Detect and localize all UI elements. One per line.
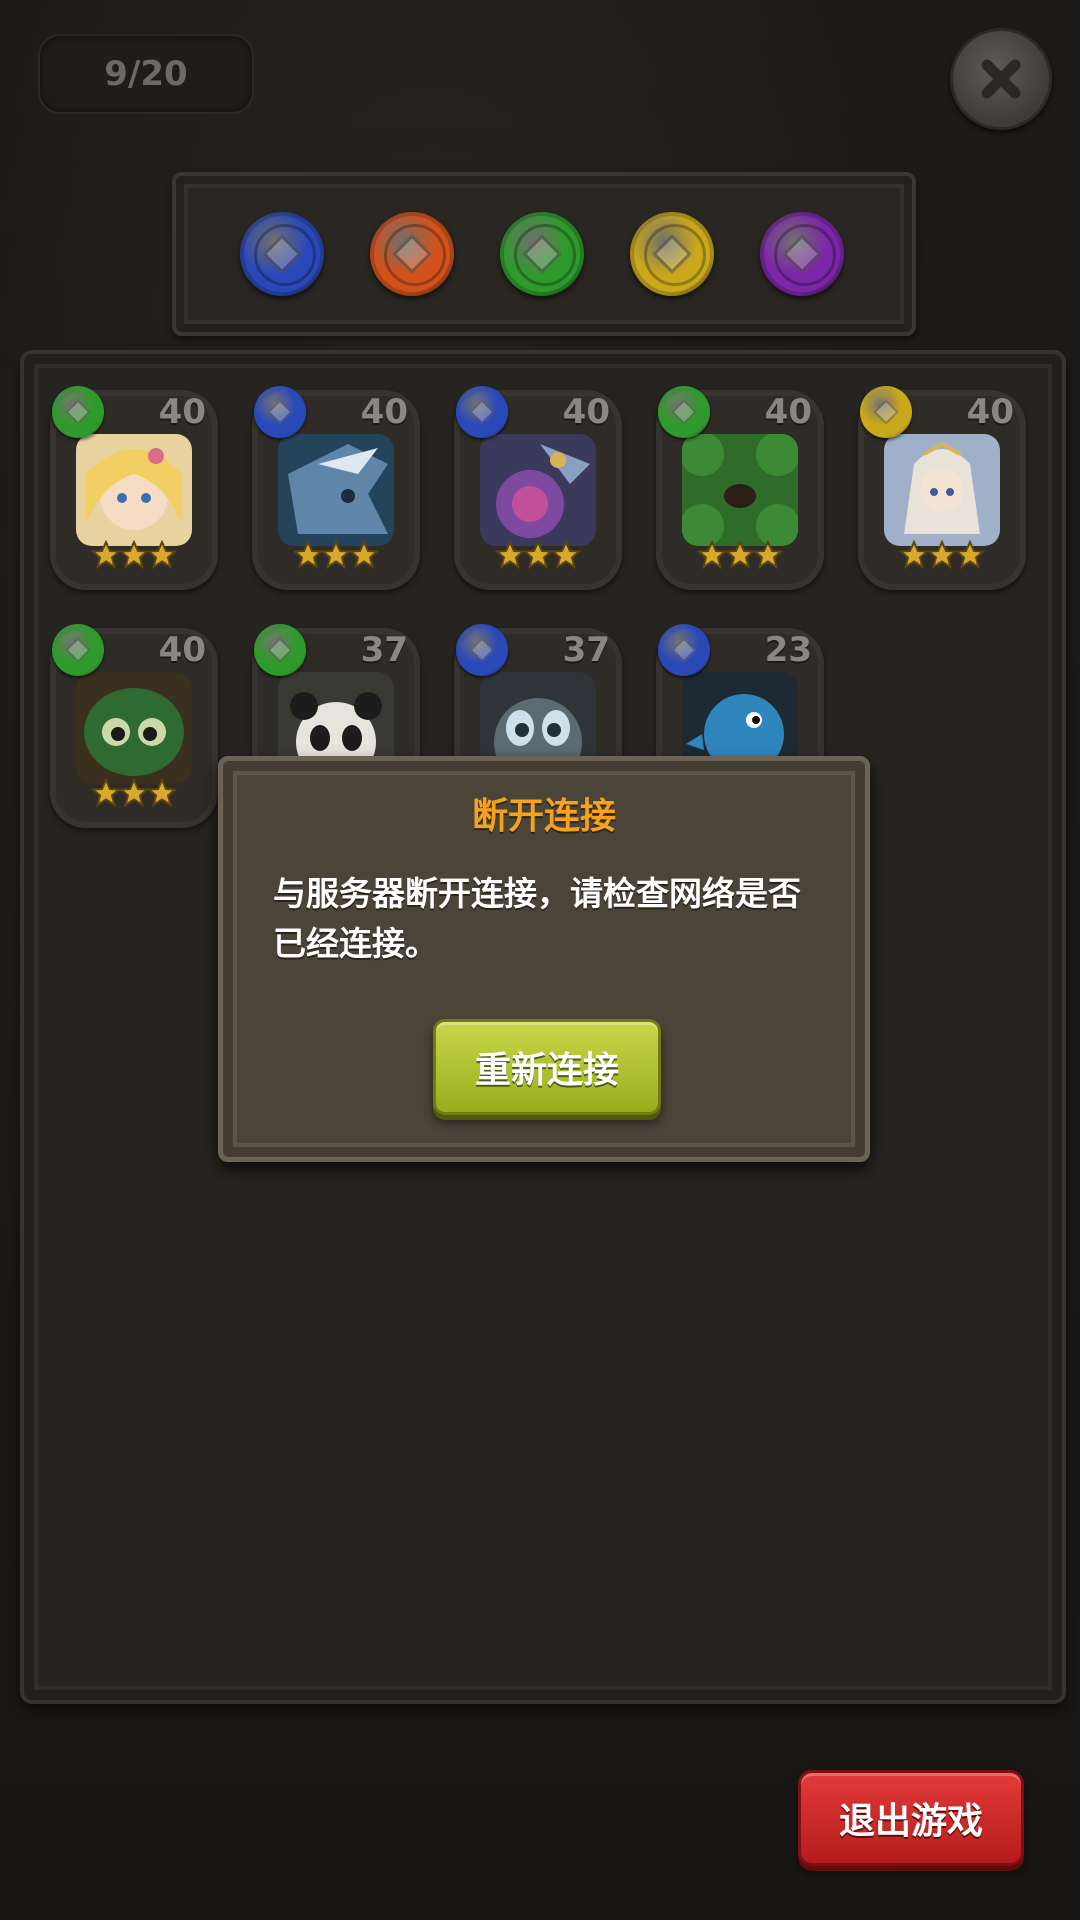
attribute-orb-icon	[52, 386, 104, 438]
star-icon	[348, 539, 380, 570]
monster-level: 40	[360, 392, 408, 432]
green-shell-portrait-icon	[682, 434, 798, 546]
attribute-orb-icon	[658, 624, 710, 676]
star-icon	[146, 777, 178, 808]
blue-dragon-portrait-icon	[278, 434, 394, 546]
green-beetle-portrait-icon	[76, 672, 192, 784]
monster-level: 40	[158, 630, 206, 670]
star-rating	[50, 777, 218, 812]
monster-card[interactable]: 40	[50, 624, 218, 828]
purple-orb-icon[interactable]	[760, 212, 844, 296]
monster-level: 40	[562, 392, 610, 432]
monster-level: 23	[764, 630, 812, 670]
exit-game-button[interactable]: 退出游戏	[798, 1770, 1024, 1866]
yellow-orb-icon[interactable]	[630, 212, 714, 296]
monster-portrait	[278, 434, 394, 546]
star-icon	[752, 539, 784, 570]
reconnect-button[interactable]: 重新连接	[433, 1019, 661, 1115]
star-icon	[320, 539, 352, 570]
star-icon	[118, 777, 150, 808]
star-icon	[954, 539, 986, 570]
attribute-orb-icon	[456, 624, 508, 676]
star-icon	[90, 539, 122, 570]
monster-card[interactable]: 40	[454, 386, 622, 590]
attribute-orb-icon	[860, 386, 912, 438]
monster-portrait	[884, 434, 1000, 546]
red-orb-icon[interactable]	[370, 212, 454, 296]
angel-girl-portrait-icon	[884, 434, 1000, 546]
monster-portrait	[682, 434, 798, 546]
monster-portrait	[76, 434, 192, 546]
attribute-filter-bar	[172, 172, 916, 336]
monster-level: 40	[764, 392, 812, 432]
monster-level: 37	[360, 630, 408, 670]
disconnect-dialog: 断开连接 与服务器断开连接，请检查网络是否已经连接。 重新连接	[218, 756, 870, 1162]
close-icon	[981, 59, 1021, 99]
dialog-message: 与服务器断开连接，请检查网络是否已经连接。	[273, 874, 801, 963]
attribute-orb-icon	[52, 624, 104, 676]
star-icon	[118, 539, 150, 570]
monster-card[interactable]: 40	[50, 386, 218, 590]
slot-counter: 9/20	[38, 34, 254, 114]
monster-card[interactable]: 40	[858, 386, 1026, 590]
monster-card[interactable]: 40	[656, 386, 824, 590]
blue-orb-icon[interactable]	[240, 212, 324, 296]
monster-card[interactable]: 40	[252, 386, 420, 590]
attribute-orb-icon	[254, 386, 306, 438]
purple-creature-portrait-icon	[480, 434, 596, 546]
monster-portrait	[480, 434, 596, 546]
star-rating	[656, 539, 824, 574]
star-rating	[454, 539, 622, 574]
star-rating	[50, 539, 218, 574]
star-icon	[494, 539, 526, 570]
star-icon	[696, 539, 728, 570]
monster-level: 37	[562, 630, 610, 670]
attribute-orb-icon	[456, 386, 508, 438]
star-icon	[898, 539, 930, 570]
green-orb-icon[interactable]	[500, 212, 584, 296]
close-button[interactable]	[950, 28, 1052, 130]
star-rating	[858, 539, 1026, 574]
star-rating	[252, 539, 420, 574]
monster-portrait	[76, 672, 192, 784]
attribute-orb-icon	[254, 624, 306, 676]
dialog-title: 断开连接	[471, 796, 616, 837]
star-icon	[146, 539, 178, 570]
star-icon	[550, 539, 582, 570]
attribute-orb-icon	[658, 386, 710, 438]
fairy-girl-portrait-icon	[76, 434, 192, 546]
star-icon	[90, 777, 122, 808]
monster-level: 40	[966, 392, 1014, 432]
star-icon	[926, 539, 958, 570]
star-icon	[292, 539, 324, 570]
star-icon	[522, 539, 554, 570]
monster-level: 40	[158, 392, 206, 432]
star-icon	[724, 539, 756, 570]
